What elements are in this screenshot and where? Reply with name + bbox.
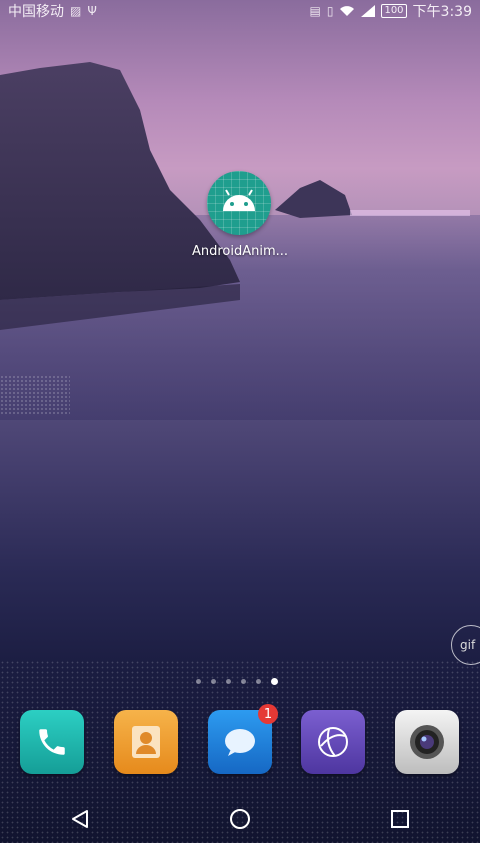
navigation-bar — [0, 795, 480, 843]
clock: 下午3:39 — [412, 4, 472, 20]
contacts-app[interactable] — [114, 710, 178, 774]
gif-label: gif — [460, 638, 476, 652]
home-button[interactable] — [220, 799, 260, 839]
recents-button[interactable] — [380, 799, 420, 839]
android-icon — [223, 189, 255, 211]
dock: 1 — [0, 704, 480, 776]
page-dot[interactable] — [196, 679, 201, 684]
nfc-icon: ▤ — [309, 4, 321, 18]
message-icon — [225, 729, 255, 756]
home-icon — [230, 809, 250, 829]
contacts-icon — [132, 726, 160, 758]
back-icon — [72, 810, 88, 828]
page-dot[interactable] — [256, 679, 261, 684]
page-dot[interactable] — [211, 679, 216, 684]
page-dot-active[interactable] — [271, 678, 278, 685]
camera-app[interactable] — [395, 710, 459, 774]
page-dot[interactable] — [226, 679, 231, 684]
wallpaper-speckle — [0, 375, 70, 415]
carrier-label: 中国移动 — [8, 4, 64, 20]
globe-icon — [318, 727, 348, 757]
status-bar: 中国移动 ▨ Ψ ▤ ▯ 100 下午3:39 — [0, 0, 480, 22]
android-animation-app-icon[interactable] — [207, 171, 271, 235]
camera-icon — [410, 725, 444, 759]
page-dot[interactable] — [241, 679, 246, 684]
app-label[interactable]: AndroidAnim... — [190, 244, 290, 259]
usb-icon: Ψ — [87, 4, 97, 18]
battery-icon: 100 — [381, 4, 407, 18]
recents-icon — [391, 810, 409, 828]
back-button[interactable] — [60, 799, 100, 839]
page-indicator — [196, 678, 278, 685]
unread-badge: 1 — [258, 704, 278, 724]
wifi-icon — [340, 6, 355, 16]
phone-icon — [39, 729, 65, 755]
image-icon: ▨ — [70, 4, 82, 18]
messages-app[interactable]: 1 — [208, 704, 278, 774]
signal-icon — [361, 5, 376, 17]
vibrate-icon: ▯ — [326, 4, 334, 18]
browser-app[interactable] — [301, 710, 365, 774]
phone-app[interactable] — [20, 710, 84, 774]
